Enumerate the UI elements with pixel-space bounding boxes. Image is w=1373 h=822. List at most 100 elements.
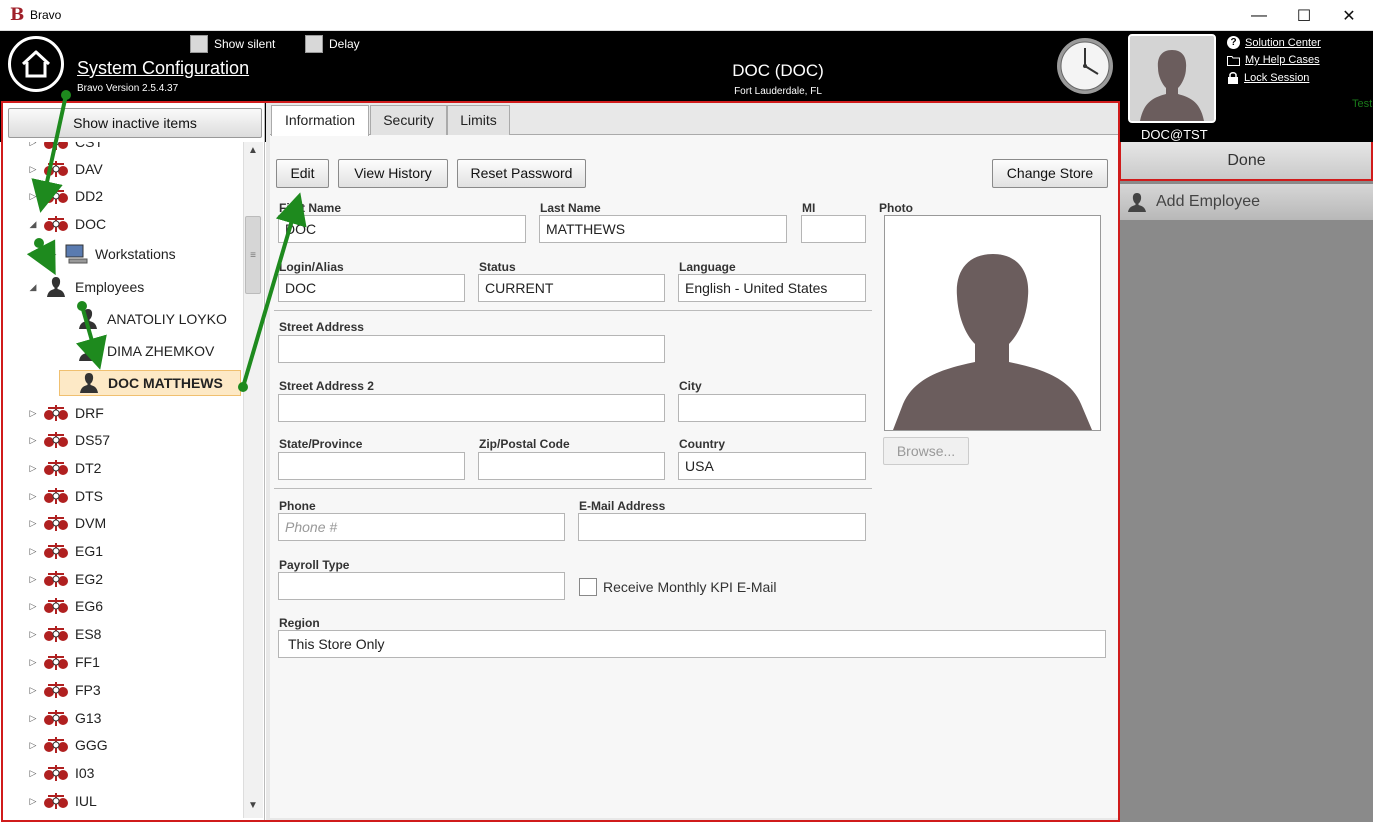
expand-arrow-icon[interactable]: ◢ <box>27 219 39 230</box>
tree-item[interactable]: ▷ DVM <box>27 510 106 536</box>
tree-item-label: EG6 <box>75 598 104 614</box>
country-label: Country <box>679 437 725 451</box>
browse-button[interactable]: Browse... <box>883 437 969 465</box>
edit-button[interactable]: Edit <box>276 159 329 188</box>
show-inactive-button[interactable]: Show inactive items <box>8 108 262 138</box>
street-address-field[interactable] <box>278 335 665 363</box>
app-logo-icon: B <box>10 5 25 25</box>
expand-arrow-icon[interactable]: ▷ <box>27 191 39 202</box>
state-field[interactable] <box>278 452 465 480</box>
country-field[interactable]: USA <box>678 452 866 480</box>
tree-item-label: DVM <box>75 515 107 531</box>
mi-field[interactable] <box>801 215 866 243</box>
zip-field[interactable] <box>478 452 665 480</box>
street-address-2-label: Street Address 2 <box>279 379 374 393</box>
street-address-2-field[interactable] <box>278 394 665 422</box>
tree-item[interactable]: ◢ DOC <box>27 211 106 237</box>
expand-arrow-icon[interactable]: ▷ <box>27 629 39 640</box>
expand-arrow-icon[interactable]: ▷ <box>27 574 39 585</box>
first-name-field[interactable]: DOC <box>278 215 526 243</box>
tree-item[interactable]: ▷ EG2 <box>27 566 103 592</box>
tree-item[interactable]: ▷ I03 <box>27 760 94 786</box>
mi-label: MI <box>802 201 816 215</box>
tree-item[interactable]: ▷ IUL <box>27 788 97 814</box>
tree-item[interactable]: ▷ DTS <box>27 483 103 509</box>
expand-arrow-icon[interactable]: ▷ <box>27 164 39 175</box>
language-field[interactable]: English - United States <box>678 274 866 302</box>
expand-arrow-icon[interactable]: ▷ <box>27 491 39 502</box>
tree-item[interactable]: ▷ ES8 <box>27 621 101 647</box>
expand-arrow-icon[interactable]: ◢ <box>27 282 39 293</box>
tab-information[interactable]: Information <box>271 105 369 136</box>
tree-item[interactable]: ▷ DRF <box>27 400 104 426</box>
tree-item[interactable]: ▷ FF1 <box>27 649 100 675</box>
kpi-email-checkbox[interactable] <box>579 578 597 596</box>
expand-arrow-icon[interactable]: ▷ <box>27 685 39 696</box>
expand-arrow-icon[interactable]: ▷ <box>27 518 39 529</box>
tree-item[interactable]: ▷ GGG <box>27 732 108 758</box>
tree-item[interactable]: ▷ EG1 <box>27 538 103 564</box>
expand-arrow-icon[interactable]: ▷ <box>27 463 39 474</box>
email-field[interactable] <box>578 513 866 541</box>
expand-arrow-icon[interactable]: ▷ <box>27 796 39 807</box>
expand-arrow-icon[interactable]: ▷ <box>27 546 39 557</box>
minimize-button[interactable]: — <box>1236 0 1282 31</box>
city-field[interactable] <box>678 394 866 422</box>
tree-item-label: I03 <box>75 765 95 781</box>
expand-arrow-icon[interactable]: ▷ <box>27 740 39 751</box>
tree-item[interactable]: ▷ DAV <box>27 156 103 182</box>
add-employee-button[interactable]: Add Employee <box>1120 184 1373 220</box>
tree-item-label: DTS <box>75 488 103 504</box>
tree-item[interactable]: ▷ CST <box>27 142 103 155</box>
view-history-button[interactable]: View History <box>338 159 448 188</box>
expand-arrow-icon[interactable]: ▷ <box>47 249 59 260</box>
region-field[interactable]: This Store Only <box>278 630 1106 658</box>
tree-item[interactable]: ▷ DS57 <box>27 427 110 453</box>
expand-arrow-icon[interactable]: ▷ <box>27 601 39 612</box>
maximize-button[interactable]: ☐ <box>1281 0 1327 31</box>
user-avatar[interactable] <box>1128 34 1216 123</box>
scroll-thumb[interactable]: ≡ <box>245 216 261 294</box>
tree-item[interactable]: ◢ Employees <box>27 274 144 300</box>
tree-item[interactable]: ▷ DD2 <box>27 183 103 209</box>
store-icon <box>43 568 69 590</box>
tree-item-label: EG1 <box>75 543 104 559</box>
phone-field[interactable]: Phone # <box>278 513 565 541</box>
tree-item[interactable]: ANATOLIY LOYKO <box>59 306 227 332</box>
home-button[interactable] <box>8 36 64 92</box>
page-title[interactable]: System Configuration <box>77 58 249 79</box>
tree-item[interactable]: DIMA ZHEMKOV <box>59 338 214 364</box>
expand-arrow-icon[interactable]: ▷ <box>27 768 39 779</box>
help-cases-link[interactable]: My Help Cases <box>1227 54 1320 66</box>
payroll-type-field[interactable] <box>278 572 565 600</box>
scroll-down-icon[interactable]: ▼ <box>243 800 263 816</box>
solution-center-link[interactable]: ? Solution Center <box>1227 36 1321 49</box>
tree-item[interactable]: ▷ G13 <box>27 705 101 731</box>
scroll-up-icon[interactable]: ▲ <box>243 145 263 161</box>
tab-security[interactable]: Security <box>370 105 447 135</box>
change-store-button[interactable]: Change Store <box>992 159 1108 188</box>
close-button[interactable]: ✕ <box>1326 0 1372 31</box>
tree-item[interactable]: ▷ Workstations <box>47 241 176 267</box>
expand-arrow-icon[interactable]: ▷ <box>27 435 39 446</box>
store-icon <box>43 213 69 235</box>
lock-icon <box>1228 72 1238 84</box>
tree-item[interactable]: ▷ DT2 <box>27 455 101 481</box>
expand-arrow-icon[interactable]: ▷ <box>27 657 39 668</box>
computer-icon <box>63 243 89 265</box>
expand-arrow-icon[interactable]: ▷ <box>27 713 39 724</box>
tree-item[interactable]: ▷ EG6 <box>27 593 103 619</box>
reset-password-button[interactable]: Reset Password <box>457 159 586 188</box>
tree-item[interactable]: ▷ FP3 <box>27 677 101 703</box>
login-field[interactable]: DOC <box>278 274 465 302</box>
status-field[interactable]: CURRENT <box>478 274 665 302</box>
expand-arrow-icon[interactable]: ▷ <box>27 142 39 148</box>
clock-icon <box>1055 36 1115 96</box>
tree-item[interactable]: DOC MATTHEWS <box>59 370 241 396</box>
show-silent-checkbox[interactable] <box>190 35 208 53</box>
expand-arrow-icon[interactable]: ▷ <box>27 408 39 419</box>
lock-session-link[interactable]: Lock Session <box>1227 71 1309 84</box>
delay-checkbox[interactable] <box>305 35 323 53</box>
tab-limits[interactable]: Limits <box>447 105 510 135</box>
last-name-field[interactable]: MATTHEWS <box>539 215 787 243</box>
